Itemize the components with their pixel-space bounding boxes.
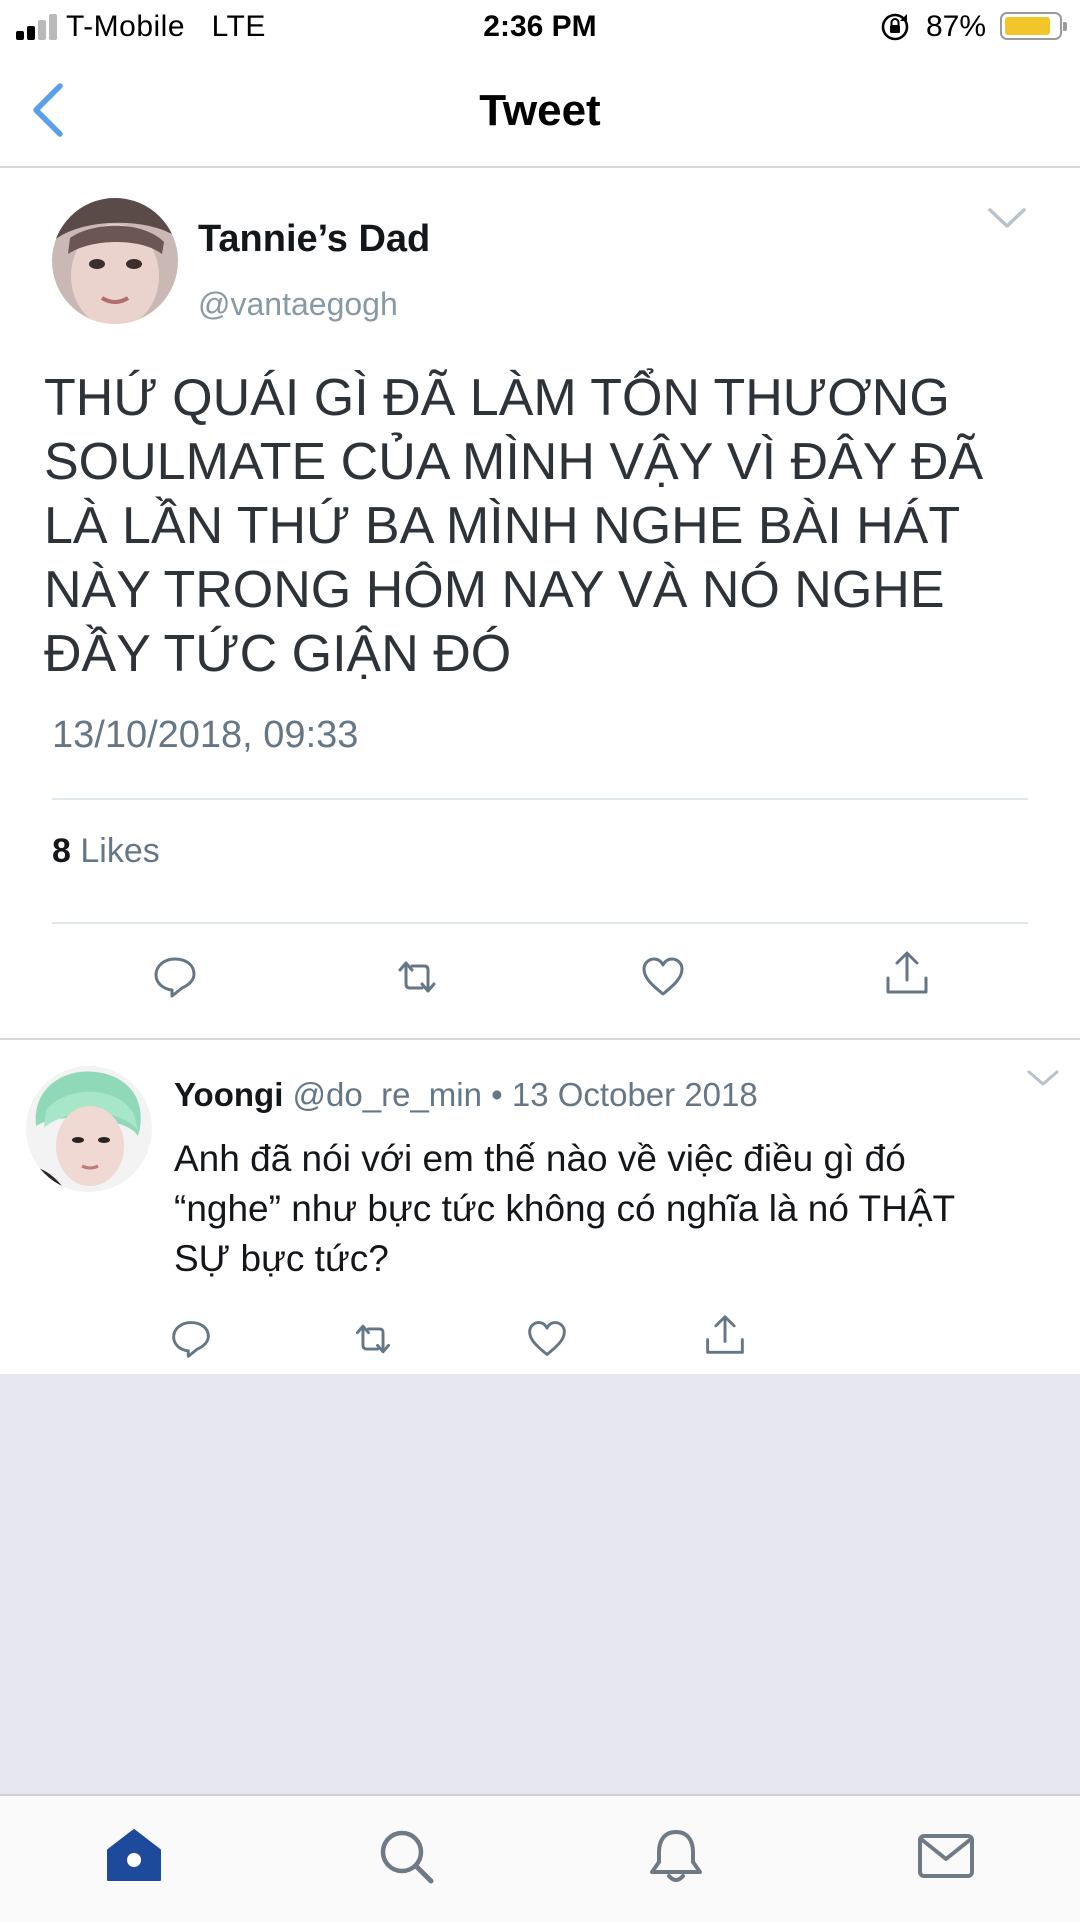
chevron-down-icon[interactable] xyxy=(986,204,1028,234)
main-tweet: Tannie’s Dad @vantaegogh THỨ QUÁI GÌ ĐÃ … xyxy=(0,168,1080,1038)
reply-author-name[interactable]: Yoongi xyxy=(174,1076,283,1113)
reply-icon[interactable] xyxy=(152,954,198,1000)
retweet-icon[interactable] xyxy=(352,1318,394,1360)
divider xyxy=(52,798,1028,800)
divider xyxy=(52,922,1028,924)
battery-icon xyxy=(1000,12,1067,40)
navigation-bar: Tweet xyxy=(0,56,1080,168)
author-avatar[interactable] xyxy=(52,198,178,324)
reply-author-handle[interactable]: @do_re_min xyxy=(293,1076,482,1113)
tweet-text: THỨ QUÁI GÌ ĐÃ LÀM TỔN THƯƠNG SOULMATE C… xyxy=(44,369,984,683)
tweet-timestamp: 13/10/2018, 09:33 xyxy=(52,714,359,756)
likes-count[interactable]: 8 Likes xyxy=(52,832,160,871)
reply-icon[interactable] xyxy=(170,1318,212,1360)
author-display-name[interactable]: Tannie’s Dad xyxy=(198,218,430,261)
home-icon[interactable] xyxy=(104,1826,164,1886)
heart-icon[interactable] xyxy=(526,1318,568,1360)
empty-conversation-area xyxy=(0,1374,1080,1794)
reply-author-avatar[interactable] xyxy=(26,1066,152,1192)
search-icon[interactable] xyxy=(376,1826,436,1886)
rotation-lock-icon xyxy=(881,13,909,41)
messages-icon[interactable] xyxy=(916,1826,976,1886)
battery-percent: 87% xyxy=(926,10,987,43)
author-handle[interactable]: @vantaegogh xyxy=(198,286,398,323)
share-icon[interactable] xyxy=(704,1314,746,1356)
reply-text: Anh đã nói với em thế nào về việc điều g… xyxy=(174,1138,955,1279)
page-title: Tweet xyxy=(479,86,601,135)
likes-number: 8 xyxy=(52,832,71,870)
share-icon[interactable] xyxy=(884,950,930,996)
status-bar: T-Mobile LTE 2:36 PM 87% xyxy=(0,0,1080,56)
tab-bar xyxy=(0,1794,1080,1922)
status-time: 2:36 PM xyxy=(483,10,597,43)
notifications-icon[interactable] xyxy=(646,1826,706,1886)
heart-icon[interactable] xyxy=(640,954,686,1000)
chevron-down-icon[interactable] xyxy=(1026,1068,1060,1090)
meta-separator: • xyxy=(491,1076,503,1113)
likes-label: Likes xyxy=(80,832,160,870)
retweet-icon[interactable] xyxy=(394,954,440,1000)
reply-tweet[interactable]: Yoongi @do_re_min • 13 October 2018 Anh … xyxy=(0,1038,1080,1376)
reply-date: 13 October 2018 xyxy=(511,1076,758,1113)
reply-header: Yoongi @do_re_min • 13 October 2018 xyxy=(174,1076,758,1114)
